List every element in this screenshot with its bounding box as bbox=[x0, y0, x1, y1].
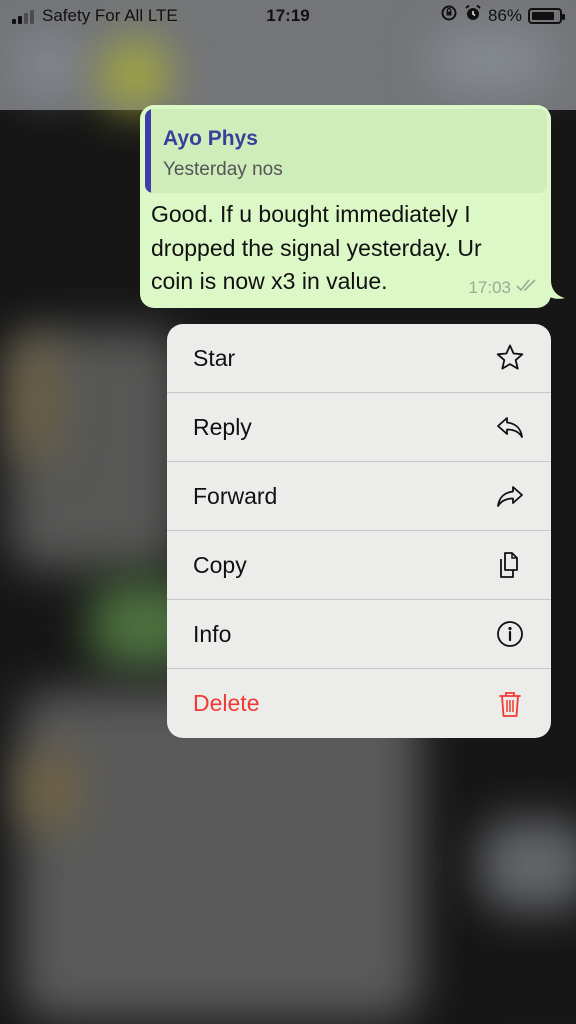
menu-item-label: Delete bbox=[193, 690, 260, 716]
menu-item-star[interactable]: Star bbox=[167, 324, 551, 393]
menu-item-reply[interactable]: Reply bbox=[167, 393, 551, 462]
quoted-sender-name: Ayo Phys bbox=[163, 127, 258, 150]
message-context-menu: Star Reply Forward Copy Info Delete bbox=[167, 324, 551, 738]
double-check-icon bbox=[515, 277, 539, 298]
forward-icon bbox=[495, 481, 525, 511]
message-line: dropped the signal yesterday. Ur bbox=[151, 234, 482, 261]
battery-icon bbox=[528, 7, 565, 24]
message-bubble[interactable]: Ayo Phys Yesterday nos Good. If u bought… bbox=[140, 105, 551, 308]
reply-icon bbox=[495, 412, 525, 442]
bubble-tail bbox=[545, 280, 565, 299]
message-meta: 17:03 bbox=[468, 277, 539, 298]
menu-item-copy[interactable]: Copy bbox=[167, 531, 551, 600]
copy-icon bbox=[495, 550, 525, 580]
menu-item-label: Copy bbox=[193, 551, 247, 578]
quoted-text: Yesterday nos bbox=[163, 159, 283, 180]
info-icon bbox=[495, 619, 525, 649]
message-line: Good. If u bought immediately I bbox=[151, 201, 471, 227]
menu-item-label: Star bbox=[193, 344, 236, 371]
orientation-lock-icon bbox=[440, 4, 458, 27]
trash-icon bbox=[495, 689, 525, 719]
quoted-message[interactable]: Ayo Phys Yesterday nos bbox=[145, 109, 547, 193]
menu-item-forward[interactable]: Forward bbox=[167, 462, 551, 531]
status-bar: Safety For All LTE 17:19 86% bbox=[0, 0, 576, 32]
quote-bar bbox=[145, 109, 151, 193]
menu-item-delete[interactable]: Delete bbox=[167, 669, 551, 738]
battery-percentage: 86% bbox=[487, 5, 522, 25]
menu-item-label: Info bbox=[193, 620, 232, 647]
star-icon bbox=[495, 343, 525, 373]
menu-item-label: Reply bbox=[193, 413, 252, 440]
menu-item-label: Forward bbox=[193, 482, 278, 509]
menu-item-info[interactable]: Info bbox=[167, 600, 551, 669]
alarm-icon bbox=[464, 4, 482, 27]
message-time: 17:03 bbox=[468, 277, 511, 297]
